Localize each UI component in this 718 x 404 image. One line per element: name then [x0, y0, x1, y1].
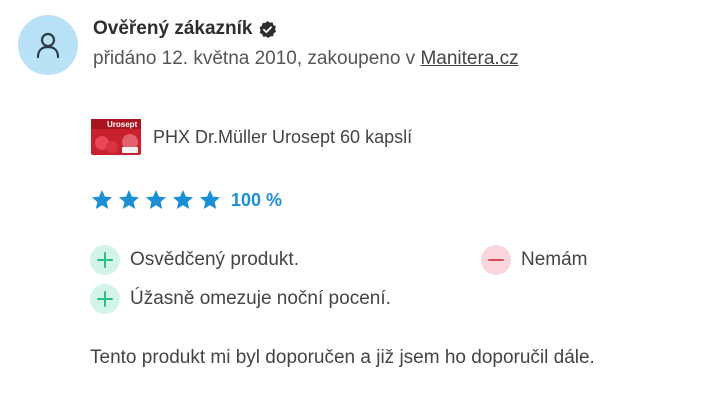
avatar: [18, 15, 78, 75]
pro-item: Úžasně omezuje noční pocení.: [90, 284, 391, 314]
author-name-row: Ověřený zákazník: [93, 18, 277, 40]
star-icon: [119, 190, 139, 209]
review-date: přidáno 12. května 2010, zakoupeno v: [93, 48, 421, 69]
review-meta: přidáno 12. května 2010, zakoupeno v Man…: [93, 48, 519, 70]
cons-list: Nemám: [481, 245, 588, 284]
star-icon: [200, 190, 220, 209]
rating-stars: [90, 188, 225, 212]
con-text: Nemám: [521, 249, 588, 270]
review-text: Tento produkt mi byl doporučen a již jse…: [90, 347, 595, 368]
product-image[interactable]: Urosept: [90, 117, 143, 157]
user-icon: [36, 32, 60, 59]
product-image-label: Urosept: [107, 120, 138, 129]
plus-icon: [90, 245, 120, 275]
con-item: Nemám: [481, 245, 588, 275]
pros-list: Osvědčený produkt. Úžasně omezuje noční …: [90, 245, 391, 323]
pro-text: Úžasně omezuje noční pocení.: [130, 288, 391, 309]
star-icon: [173, 190, 193, 209]
pro-text: Osvědčený produkt.: [130, 249, 299, 270]
product[interactable]: Urosept PHX Dr.Müller Urosept 60 kapslí: [90, 117, 412, 157]
verified-badge-icon: [260, 20, 277, 38]
pro-item: Osvědčený produkt.: [90, 245, 391, 275]
rating: 100 %: [90, 188, 282, 212]
plus-icon: [90, 284, 120, 314]
shop-link[interactable]: Manitera.cz: [420, 48, 518, 69]
star-icon: [92, 190, 112, 209]
minus-icon: [481, 245, 511, 275]
rating-percent: 100 %: [231, 189, 283, 210]
author-name: Ověřený zákazník: [93, 18, 253, 39]
product-name[interactable]: PHX Dr.Müller Urosept 60 kapslí: [153, 127, 412, 148]
star-icon: [146, 190, 166, 209]
